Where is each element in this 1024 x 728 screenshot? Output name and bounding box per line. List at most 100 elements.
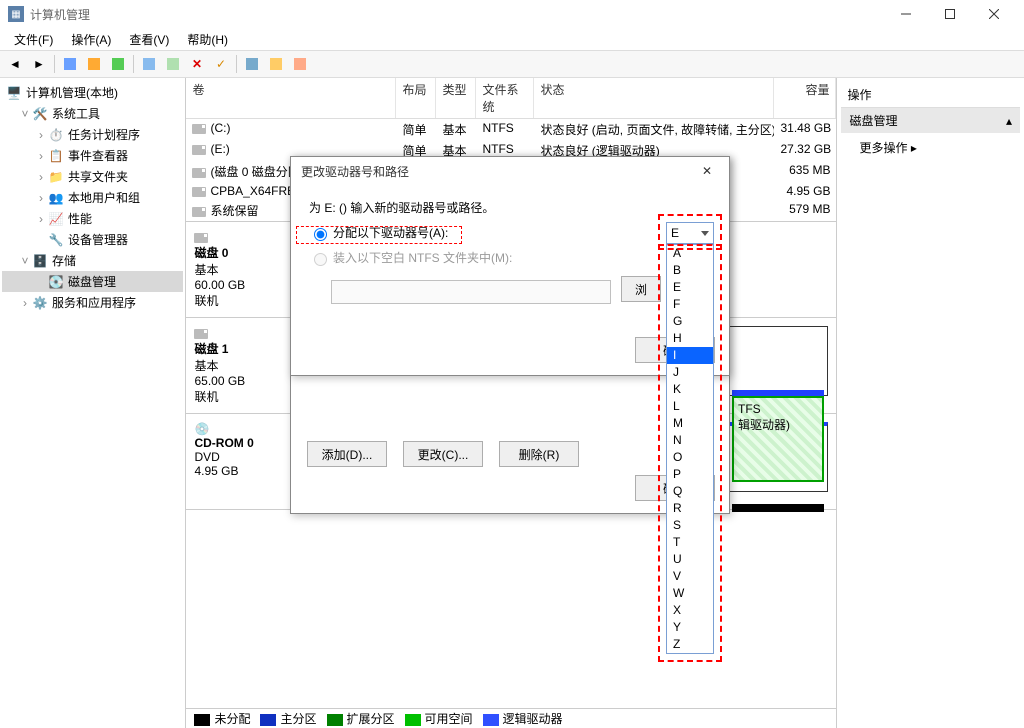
col-layout[interactable]: 布局 bbox=[396, 78, 436, 118]
tree-localusers[interactable]: ›👥本地用户和组 bbox=[2, 187, 183, 208]
drive-letter-option[interactable]: W bbox=[667, 585, 713, 602]
drive-letter-option[interactable]: I bbox=[667, 347, 713, 364]
tools-icon: 🛠️ bbox=[32, 106, 48, 122]
drive-letter-option[interactable]: T bbox=[667, 534, 713, 551]
volume-list-header: 卷 布局 类型 文件系统 状态 容量 bbox=[186, 78, 836, 119]
drive-letter-option[interactable]: B bbox=[667, 262, 713, 279]
tree-devmgr[interactable]: 🔧设备管理器 bbox=[2, 229, 183, 250]
partition-stripe-black bbox=[732, 504, 824, 512]
legend-ext: 扩展分区 bbox=[347, 712, 395, 726]
toolbar-icon[interactable] bbox=[241, 53, 263, 75]
change-button[interactable]: 更改(C)... bbox=[403, 441, 483, 467]
close-button[interactable] bbox=[972, 0, 1016, 28]
radio-assign-input[interactable] bbox=[314, 228, 327, 241]
window-controls bbox=[884, 0, 1016, 28]
title-bar: ▦ 计算机管理 bbox=[0, 0, 1024, 28]
drive-letter-option[interactable]: L bbox=[667, 398, 713, 415]
maximize-button[interactable] bbox=[928, 0, 972, 28]
dialog-title-bar[interactable]: 更改驱动器号和路径 ✕ bbox=[291, 157, 729, 185]
drive-letter-option[interactable]: E bbox=[667, 279, 713, 296]
drive-letter-option[interactable]: N bbox=[667, 432, 713, 449]
volume-row[interactable]: (C:)简单基本NTFS状态良好 (启动, 页面文件, 故障转储, 主分区)31… bbox=[186, 119, 836, 140]
drive-letter-option[interactable]: Z bbox=[667, 636, 713, 653]
dialog-prompt: 为 E: () 输入新的驱动器号或路径。 bbox=[309, 199, 711, 216]
toolbar-icon[interactable] bbox=[59, 53, 81, 75]
tree-label: 存储 bbox=[52, 252, 76, 269]
toolbar-icon[interactable] bbox=[138, 53, 160, 75]
drive-letter-option[interactable]: Q bbox=[667, 483, 713, 500]
col-volume[interactable]: 卷 bbox=[186, 78, 396, 118]
menu-file[interactable]: 文件(F) bbox=[6, 29, 61, 50]
partition-fs: TFS bbox=[738, 402, 818, 416]
drive-letter-option[interactable]: X bbox=[667, 602, 713, 619]
radio-assign-label: 分配以下驱动器号(A): bbox=[333, 224, 448, 241]
minimize-button[interactable] bbox=[884, 0, 928, 28]
toolbar-icon[interactable] bbox=[162, 53, 184, 75]
actions-more[interactable]: 更多操作 ▸ bbox=[841, 133, 1020, 162]
add-button[interactable]: 添加(D)... bbox=[307, 441, 387, 467]
col-type[interactable]: 类型 bbox=[436, 78, 476, 118]
menu-action[interactable]: 操作(A) bbox=[63, 29, 119, 50]
partition-stripe bbox=[732, 390, 824, 396]
drive-letter-option[interactable]: H bbox=[667, 330, 713, 347]
drive-letter-option[interactable]: M bbox=[667, 415, 713, 432]
drive-letter-select[interactable]: E bbox=[666, 222, 714, 244]
check-icon[interactable]: ✓ bbox=[210, 53, 232, 75]
tree-tasksched[interactable]: ›⏱️任务计划程序 bbox=[2, 124, 183, 145]
radio-assign-letter[interactable]: 分配以下驱动器号(A): bbox=[309, 224, 711, 241]
tree-root[interactable]: 🖥️计算机管理(本地) bbox=[2, 82, 183, 103]
partition-label: 辑驱动器) bbox=[738, 416, 818, 433]
navigation-tree: 🖥️计算机管理(本地) ˅🛠️系统工具 ›⏱️任务计划程序 ›📋事件查看器 ›📁… bbox=[0, 78, 186, 728]
col-fs[interactable]: 文件系统 bbox=[476, 78, 534, 118]
partition-e-box[interactable]: TFS 辑驱动器) bbox=[732, 396, 824, 482]
tree-services[interactable]: ›⚙️服务和应用程序 bbox=[2, 292, 183, 313]
drive-letter-dropdown[interactable]: ABEFGHIJKLMNOPQRSTUVWXYZ bbox=[666, 244, 714, 654]
tree-diskmgmt[interactable]: 💽磁盘管理 bbox=[2, 271, 183, 292]
drive-letter-option[interactable]: Y bbox=[667, 619, 713, 636]
drive-letter-option[interactable]: R bbox=[667, 500, 713, 517]
delete-icon[interactable]: ✕ bbox=[186, 53, 208, 75]
event-icon: 📋 bbox=[48, 148, 64, 164]
back-icon[interactable]: ◄ bbox=[4, 53, 26, 75]
actions-more-label: 更多操作 bbox=[859, 141, 907, 155]
drive-letter-option[interactable]: U bbox=[667, 551, 713, 568]
disk-icon: 💽 bbox=[48, 274, 64, 290]
actions-pane: 操作 磁盘管理▴ 更多操作 ▸ bbox=[837, 78, 1024, 728]
tree-storage[interactable]: ˅🗄️存储 bbox=[2, 250, 183, 271]
col-status[interactable]: 状态 bbox=[534, 78, 774, 118]
radio-mount-folder[interactable]: 装入以下空白 NTFS 文件夹中(M): bbox=[309, 249, 711, 266]
drive-letter-option[interactable]: A bbox=[667, 245, 713, 262]
drive-letter-option[interactable]: K bbox=[667, 381, 713, 398]
drive-letter-option[interactable]: P bbox=[667, 466, 713, 483]
toolbar-icon[interactable] bbox=[107, 53, 129, 75]
drive-letter-option[interactable]: O bbox=[667, 449, 713, 466]
radio-mount-input bbox=[314, 253, 327, 266]
browse-button[interactable]: 浏 bbox=[621, 276, 661, 302]
device-icon: 🔧 bbox=[48, 232, 64, 248]
drive-letter-option[interactable]: J bbox=[667, 364, 713, 381]
drive-letter-option[interactable]: V bbox=[667, 568, 713, 585]
clock-icon: ⏱️ bbox=[48, 127, 64, 143]
toolbar-icon[interactable] bbox=[289, 53, 311, 75]
forward-icon[interactable]: ► bbox=[28, 53, 50, 75]
computer-icon: 🖥️ bbox=[6, 85, 22, 101]
tree-label: 事件查看器 bbox=[68, 147, 128, 164]
drive-letter-option[interactable]: G bbox=[667, 313, 713, 330]
drive-letter-option[interactable]: F bbox=[667, 296, 713, 313]
tree-systools[interactable]: ˅🛠️系统工具 bbox=[2, 103, 183, 124]
menu-bar: 文件(F) 操作(A) 查看(V) 帮助(H) bbox=[0, 28, 1024, 50]
tree-shared[interactable]: ›📁共享文件夹 bbox=[2, 166, 183, 187]
users-icon: 👥 bbox=[48, 190, 64, 206]
menu-help[interactable]: 帮助(H) bbox=[179, 29, 236, 50]
toolbar-icon[interactable] bbox=[83, 53, 105, 75]
menu-view[interactable]: 查看(V) bbox=[121, 29, 177, 50]
tree-perf[interactable]: ›📈性能 bbox=[2, 208, 183, 229]
remove-button[interactable]: 删除(R) bbox=[499, 441, 579, 467]
toolbar-icon[interactable] bbox=[265, 53, 287, 75]
tree-eventvwr[interactable]: ›📋事件查看器 bbox=[2, 145, 183, 166]
radio-mount-label: 装入以下空白 NTFS 文件夹中(M): bbox=[333, 249, 512, 266]
actions-section[interactable]: 磁盘管理▴ bbox=[841, 108, 1020, 133]
drive-letter-option[interactable]: S bbox=[667, 517, 713, 534]
col-capacity[interactable]: 容量 bbox=[774, 78, 836, 118]
close-icon[interactable]: ✕ bbox=[695, 159, 719, 183]
